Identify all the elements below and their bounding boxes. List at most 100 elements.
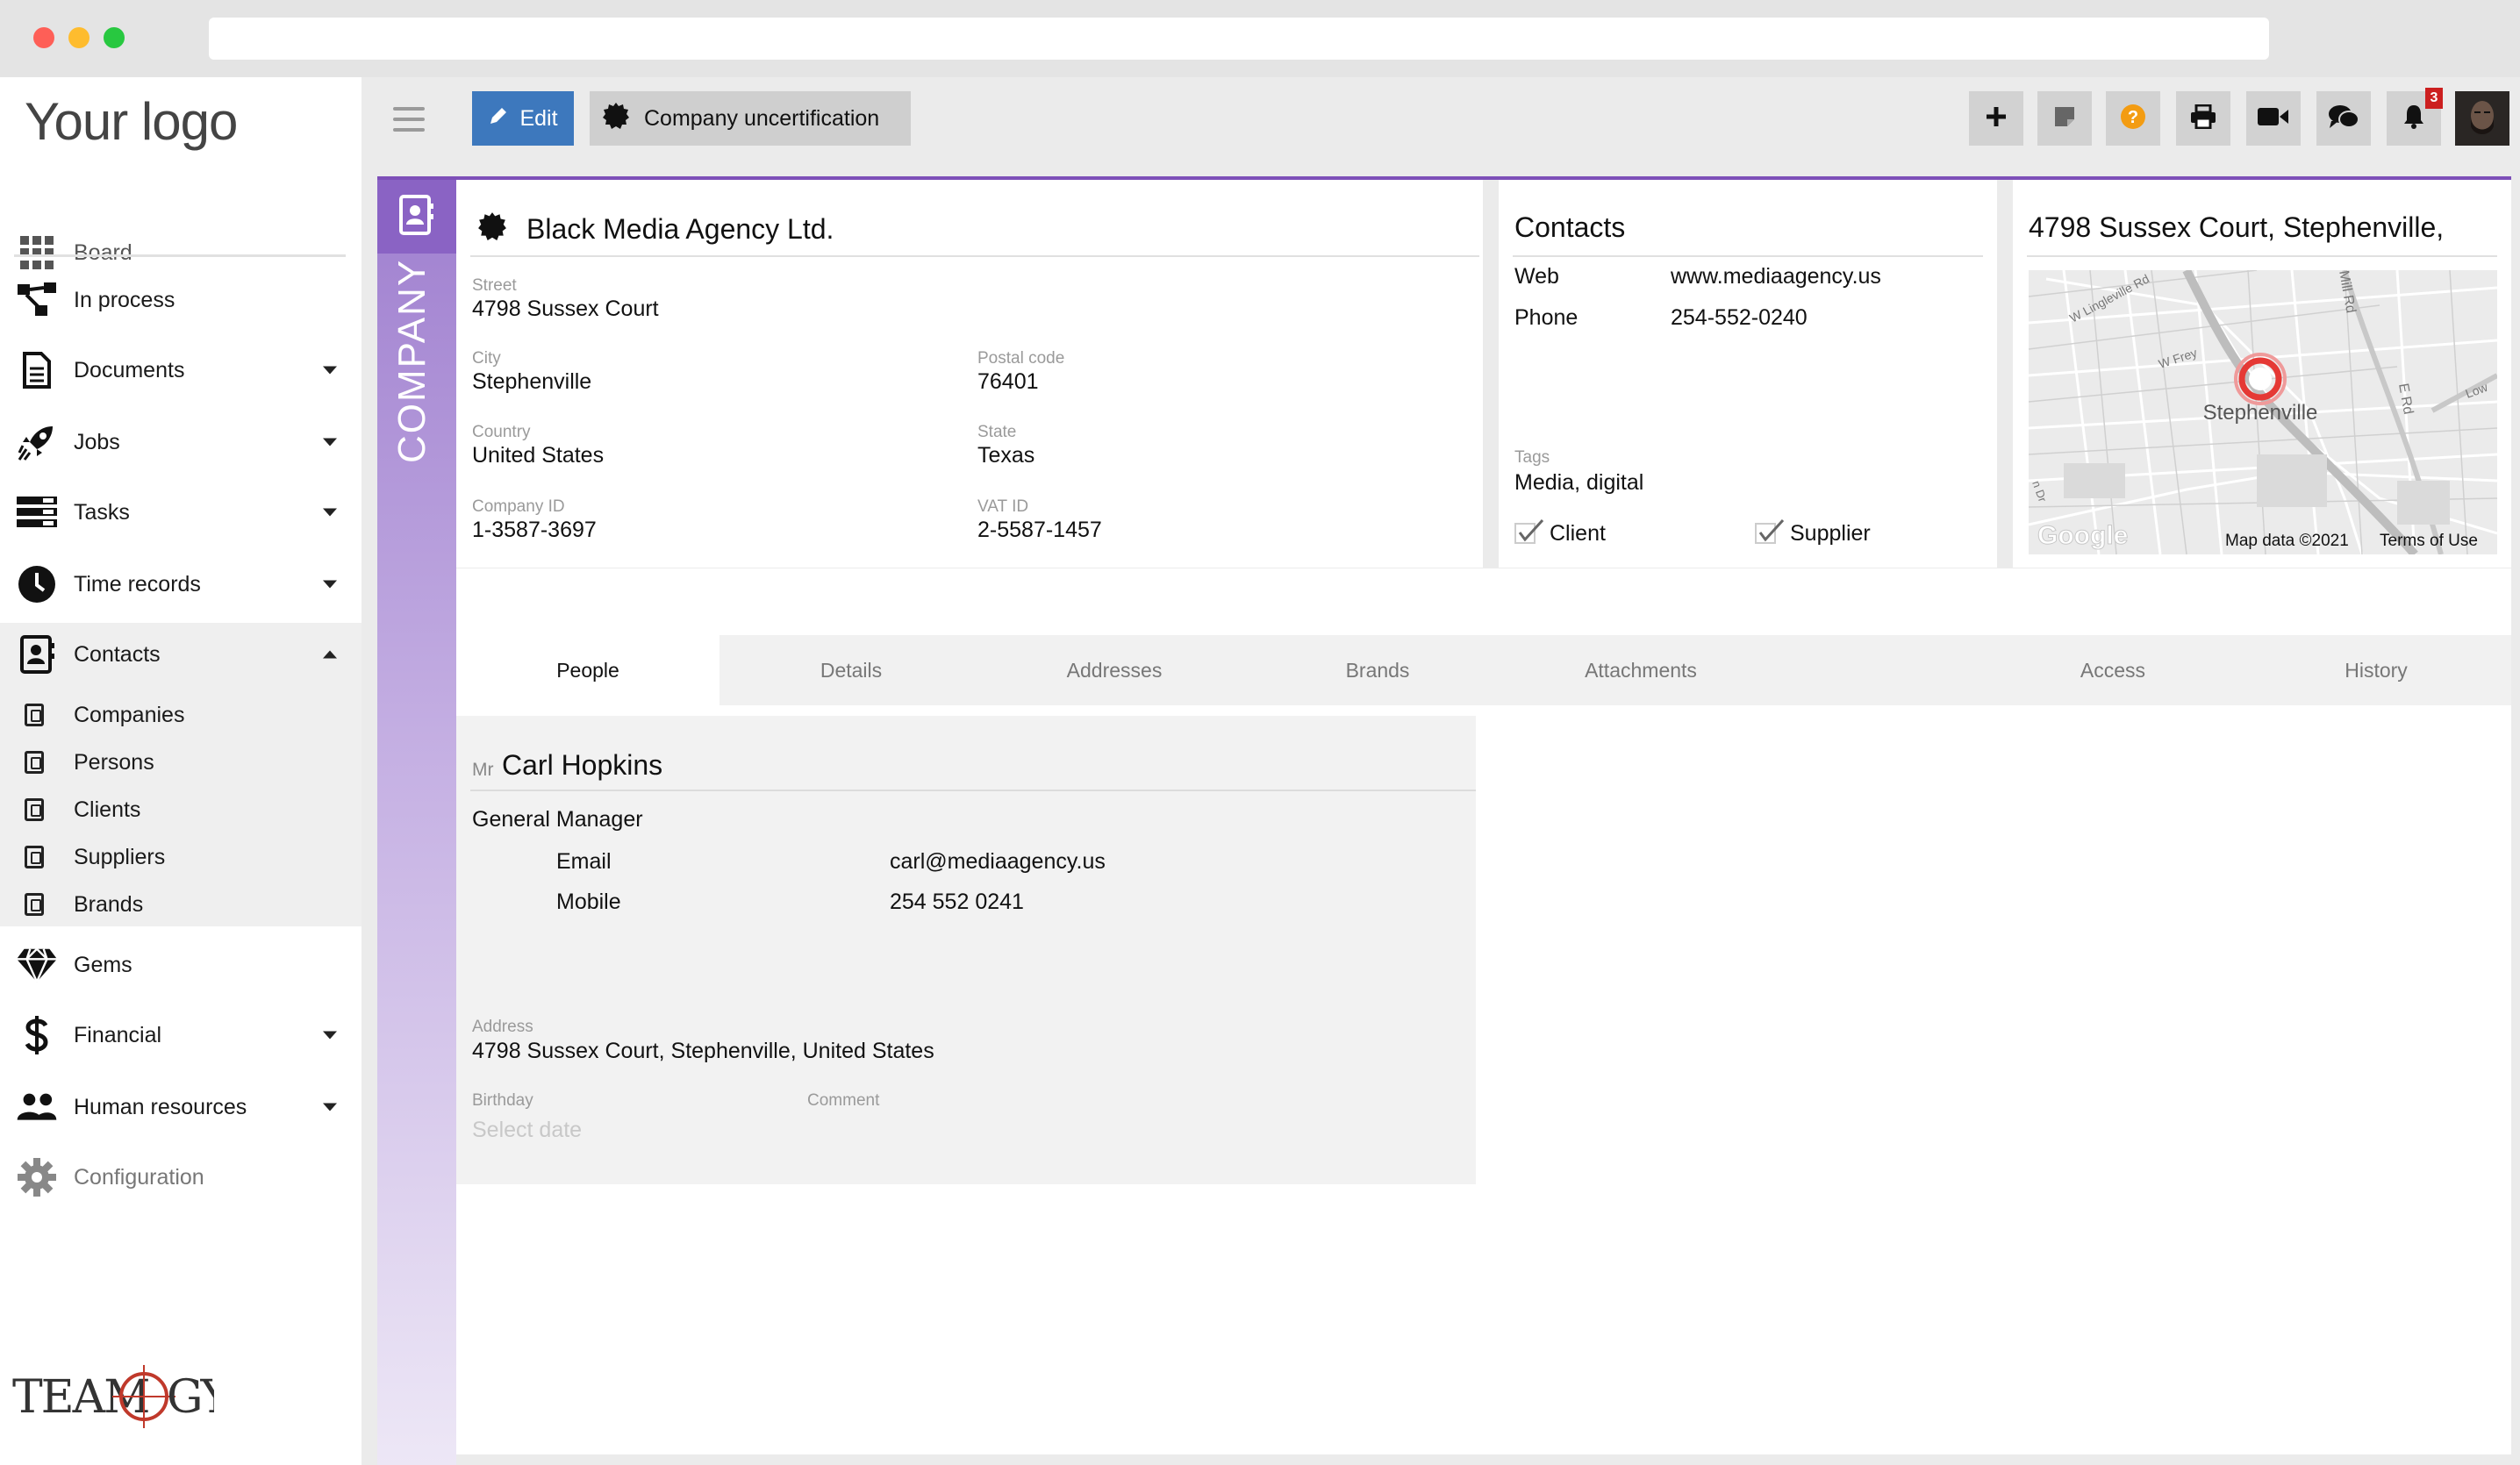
sidebar-subitem-brands[interactable]: Brands bbox=[0, 881, 362, 928]
add-button[interactable] bbox=[1969, 91, 2023, 146]
birthday-date-input[interactable]: Select date bbox=[472, 1118, 582, 1143]
svg-text:?: ? bbox=[2128, 108, 2138, 127]
contact-card-icon bbox=[25, 704, 44, 726]
sidebar-item-label: In process bbox=[74, 287, 175, 312]
comment-label: Comment bbox=[807, 1091, 880, 1110]
sidebar-item-configuration[interactable]: Configuration bbox=[0, 1142, 362, 1212]
map-data-attribution: Map data ©2021 bbox=[2225, 532, 2349, 550]
country-value: United States bbox=[472, 443, 605, 468]
postal-code-label: Postal code bbox=[977, 349, 1065, 368]
diamond-icon bbox=[16, 944, 58, 986]
tab-history[interactable]: History bbox=[2244, 635, 2508, 705]
video-call-button[interactable] bbox=[2246, 91, 2301, 146]
logo[interactable]: Your logo bbox=[25, 91, 238, 152]
chat-button[interactable] bbox=[2316, 91, 2371, 146]
sidebar-item-jobs[interactable]: Jobs bbox=[0, 407, 362, 477]
clock-icon bbox=[16, 563, 58, 605]
record-type-label: COMPANY bbox=[390, 259, 434, 463]
people-icon bbox=[16, 1086, 58, 1128]
sidebar-item-human-resources[interactable]: Human resources bbox=[0, 1072, 362, 1142]
edit-button[interactable]: Edit bbox=[472, 91, 574, 146]
user-avatar[interactable] bbox=[2455, 91, 2509, 146]
sidebar-item-documents[interactable]: Documents bbox=[0, 335, 362, 405]
minimize-window-button[interactable] bbox=[68, 27, 89, 48]
tags-label: Tags bbox=[1514, 448, 1550, 467]
chat-icon bbox=[2328, 104, 2359, 134]
record-type-icon-box bbox=[377, 180, 456, 254]
sidebar-item-in-process[interactable]: In process bbox=[0, 265, 362, 335]
location-map[interactable]: W Lingleville Rd W Frey Mill Rd E Rd Low… bbox=[2029, 270, 2497, 554]
print-icon bbox=[2190, 104, 2216, 133]
city-label: City bbox=[472, 349, 501, 368]
certificate-seal-icon bbox=[477, 211, 507, 246]
sidebar-subitem-suppliers[interactable]: Suppliers bbox=[0, 833, 362, 881]
tab-brands[interactable]: Brands bbox=[1246, 635, 1509, 705]
birthday-label: Birthday bbox=[472, 1091, 533, 1110]
mobile-link[interactable]: 254 552 0241 bbox=[890, 890, 1024, 915]
sidebar-subitem-label: Persons bbox=[74, 749, 154, 775]
sidebar-item-label: Time records bbox=[74, 571, 201, 597]
plus-icon bbox=[1985, 105, 2008, 132]
title-divider bbox=[1513, 255, 1983, 257]
chevron-down-icon bbox=[323, 508, 337, 517]
city-value: Stephenville bbox=[472, 369, 592, 394]
address-value: 4798 Sussex Court, Stephenville, United … bbox=[472, 1039, 934, 1063]
company-name: Black Media Agency Ltd. bbox=[526, 213, 834, 245]
chevron-down-icon bbox=[323, 1031, 337, 1040]
contacts-icon bbox=[16, 633, 58, 675]
print-button[interactable] bbox=[2176, 91, 2230, 146]
map-terms-link[interactable]: Terms of Use bbox=[2380, 532, 2478, 551]
sidebar-item-label: Contacts bbox=[74, 641, 161, 667]
uncertification-label: Company uncertification bbox=[644, 105, 880, 131]
chevron-down-icon bbox=[323, 1103, 337, 1111]
map-address-title: 4798 Sussex Court, Stephenville, bbox=[2029, 211, 2445, 243]
chevron-down-icon bbox=[323, 580, 337, 589]
supplier-checkbox[interactable] bbox=[1755, 518, 1786, 545]
address-bar[interactable] bbox=[209, 18, 2269, 60]
sidebar-subitem-persons[interactable]: Persons bbox=[0, 739, 362, 786]
tab-people[interactable]: People bbox=[456, 635, 719, 705]
sidebar-subitem-clients[interactable]: Clients bbox=[0, 786, 362, 833]
dollar-icon bbox=[16, 1014, 58, 1056]
website-link[interactable]: www.mediaagency.us bbox=[1671, 264, 1881, 289]
sidebar-item-gems[interactable]: Gems bbox=[0, 930, 362, 1000]
note-button[interactable] bbox=[2037, 91, 2092, 146]
phone-link[interactable]: 254-552-0240 bbox=[1671, 305, 1808, 331]
salutation: Mr bbox=[472, 760, 494, 780]
sidebar-subitem-companies[interactable]: Companies bbox=[0, 691, 362, 739]
video-icon bbox=[2258, 106, 2289, 132]
contact-card-icon bbox=[25, 846, 44, 868]
tab-access[interactable]: Access bbox=[1981, 635, 2244, 705]
sidebar-item-tasks[interactable]: Tasks bbox=[0, 477, 362, 547]
sidebar-subitem-label: Suppliers bbox=[74, 844, 166, 869]
client-checkbox[interactable] bbox=[1514, 518, 1546, 545]
close-window-button[interactable] bbox=[33, 27, 54, 48]
sidebar-item-time-records[interactable]: Time records bbox=[0, 549, 362, 619]
sidebar-item-financial[interactable]: Financial bbox=[0, 1000, 362, 1070]
sidebar-item-label: Gems bbox=[74, 952, 132, 977]
email-link[interactable]: carl@mediaagency.us bbox=[890, 849, 1106, 875]
sidebar-subitem-label: Clients bbox=[74, 797, 141, 822]
tab-attachments[interactable]: Attachments bbox=[1509, 635, 1772, 705]
person-card[interactable]: Mr Carl Hopkins General Manager Email ca… bbox=[456, 716, 1476, 1184]
title-divider bbox=[2027, 255, 2497, 257]
pencil-icon bbox=[488, 105, 509, 132]
svg-text:GY: GY bbox=[167, 1371, 214, 1424]
google-logo: Google bbox=[2037, 521, 2128, 550]
address-label: Address bbox=[472, 1018, 533, 1036]
maximize-window-button[interactable] bbox=[104, 27, 125, 48]
tab-addresses[interactable]: Addresses bbox=[983, 635, 1246, 705]
sidebar-item-contacts[interactable]: Contacts bbox=[0, 619, 362, 690]
menu-toggle-icon[interactable] bbox=[393, 107, 425, 132]
sidebar-item-label: Tasks bbox=[74, 499, 130, 525]
tab-details[interactable]: Details bbox=[719, 635, 983, 705]
chevron-up-icon bbox=[323, 650, 337, 659]
notifications-button[interactable]: 3 bbox=[2387, 88, 2443, 146]
postal-code-value: 76401 bbox=[977, 369, 1039, 394]
supplier-label: Supplier bbox=[1790, 521, 1871, 546]
contact-card-icon bbox=[25, 798, 44, 821]
company-uncertification-button[interactable]: Company uncertification bbox=[590, 91, 911, 146]
document-icon bbox=[16, 349, 58, 391]
help-button[interactable]: ? bbox=[2106, 91, 2160, 146]
chevron-down-icon bbox=[323, 366, 337, 375]
